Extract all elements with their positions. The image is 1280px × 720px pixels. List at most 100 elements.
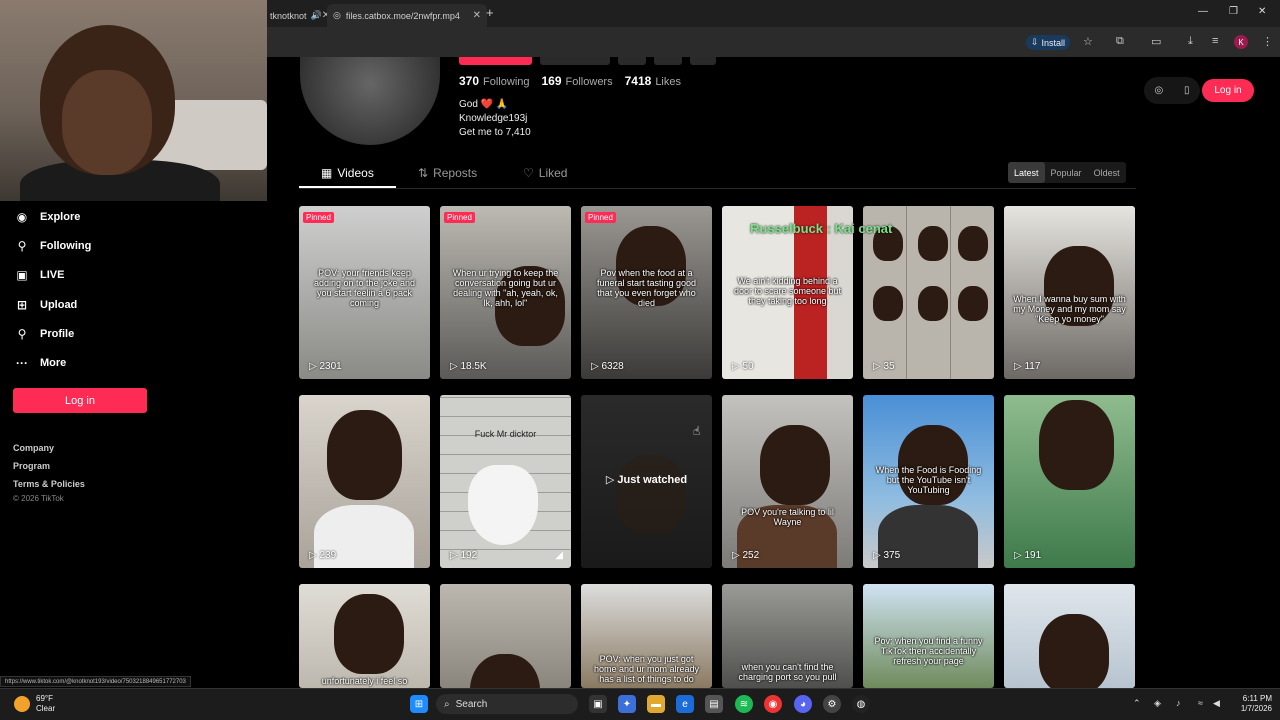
chrome-icon[interactable]: ◉ (764, 695, 782, 713)
video-caption: unfortunately i feel so (321, 676, 408, 686)
pinned-badge: Pinned (444, 212, 475, 223)
taskbar-search[interactable]: ⌕ Search (436, 694, 578, 714)
video-card[interactable]: Pinned Pov when the food at a funeral st… (581, 206, 712, 379)
video-card[interactable]: ▷ 239 (299, 395, 430, 568)
spotify-icon[interactable]: ≋ (735, 695, 753, 713)
sidebar-item-more[interactable]: ··· More (14, 356, 66, 370)
close-icon[interactable]: ✕ (473, 10, 481, 21)
tray-app-icon[interactable]: ◈ (1154, 698, 1161, 709)
play-icon: ▷ (605, 474, 618, 486)
pinned-badge: Pinned (303, 212, 334, 223)
tab-videos[interactable]: ▦ Videos (321, 166, 374, 180)
copilot-icon[interactable]: ✦ (618, 695, 636, 713)
star-icon[interactable]: ☆ (1083, 35, 1093, 48)
sort-latest[interactable]: Latest (1008, 162, 1045, 183)
media-icon[interactable]: ≡ (1212, 35, 1218, 47)
sidebar-item-following[interactable]: ⚲ Following (14, 239, 92, 253)
tab-reposts[interactable]: ⇅ Reposts (418, 166, 477, 180)
phone-icon[interactable]: ▯ (1184, 85, 1190, 96)
profile-avatar (300, 57, 440, 145)
tab-liked[interactable]: ♡ Liked (523, 166, 567, 180)
close-window-icon[interactable]: ✕ (1258, 6, 1266, 17)
windows-start-icon[interactable]: ⊞ (410, 695, 428, 713)
more-dots-icon: ··· (16, 356, 28, 370)
microphone-icon[interactable]: ♪ (1176, 698, 1181, 708)
options-button[interactable] (690, 57, 716, 65)
video-card[interactable] (440, 584, 571, 688)
edge-icon[interactable]: e (676, 695, 694, 713)
extensions-icon[interactable]: ⧉ (1116, 35, 1124, 48)
video-card[interactable]: When I wanna buy sum with my Money and m… (1004, 206, 1135, 379)
menu-icon[interactable]: ⋮ (1262, 35, 1273, 48)
video-card[interactable]: unfortunately i feel so (299, 584, 430, 688)
sidebar-item-profile[interactable]: ⚲ Profile (14, 327, 75, 341)
message-button[interactable] (540, 57, 610, 65)
weather-temp: 69°F (36, 694, 53, 703)
footer-link-program[interactable]: Program (13, 461, 50, 471)
play-icon: ▷ (1014, 361, 1025, 372)
download-icon[interactable]: ⤓ (1188, 35, 1193, 48)
active-tab-underline (299, 186, 396, 188)
new-tab-icon[interactable]: + (486, 5, 494, 20)
more-button[interactable] (654, 57, 682, 65)
video-subject (918, 286, 948, 321)
video-card[interactable]: Pinned When ur trying to keep the conver… (440, 206, 571, 379)
sort-popular[interactable]: Popular (1045, 162, 1088, 183)
video-card[interactable]: Pinned POV: your friends keep adding on … (299, 206, 430, 379)
split-view-icon[interactable]: ▭ (1151, 35, 1161, 48)
minimize-icon[interactable]: — (1198, 6, 1208, 17)
store-icon[interactable]: ▤ (705, 695, 723, 713)
video-card[interactable]: Pov: when you find a funny TikTok then a… (863, 584, 994, 688)
video-subject (334, 594, 404, 674)
volume-icon[interactable]: ◀ (1213, 698, 1220, 709)
browser-profile-avatar[interactable]: K (1234, 35, 1248, 49)
stat-following[interactable]: 370 Following (459, 74, 530, 88)
video-card[interactable] (1004, 584, 1135, 688)
sort-oldest[interactable]: Oldest (1088, 162, 1126, 183)
video-subject (873, 286, 903, 321)
stat-followers[interactable]: 169 Followers (542, 74, 613, 88)
obs-icon[interactable]: ◍ (852, 695, 870, 713)
view-count: ▷ 239 (309, 550, 337, 561)
view-count: ▷ 2301 (309, 361, 342, 372)
video-card[interactable]: Fuck Mr dicktor ▷ 192 ◢ (440, 395, 571, 568)
sidebar-item-explore[interactable]: ◉ Explore (14, 210, 81, 224)
browser-tab-catbox[interactable]: ◎ files.catbox.moe/2nwfpr.mp4 ✕ (327, 4, 487, 27)
weather-widget[interactable]: 69°F Clear (14, 694, 55, 714)
sidebar-item-live[interactable]: ▣ LIVE (14, 268, 64, 282)
wifi-icon[interactable]: ≈ (1198, 698, 1203, 708)
mute-icon[interactable]: ◢ (555, 550, 563, 561)
discord-icon[interactable]: ◕ (794, 695, 812, 713)
restore-icon[interactable]: ❐ (1229, 6, 1238, 17)
tray-chevron-icon[interactable]: ⌃ (1133, 698, 1141, 709)
follow-button[interactable] (459, 57, 532, 65)
taskbar-clock[interactable]: 6:11 PM 1/7/2026 (1226, 694, 1272, 714)
video-card[interactable]: ▷ 191 (1004, 395, 1135, 568)
video-subject (1039, 614, 1109, 688)
compass-icon[interactable]: ◎ (1154, 85, 1163, 96)
browser-tab-tiktok[interactable]: tknotknot 🔊 ✕ (268, 4, 330, 27)
video-caption: Pov: when you find a funny TikTok then a… (874, 636, 983, 666)
status-bar-url: https://www.tiktok.com/@knotknot193/vide… (0, 676, 191, 687)
video-card[interactable]: ▷ Just watched (581, 395, 712, 568)
footer-link-terms[interactable]: Terms & Policies (13, 479, 85, 489)
share-button[interactable] (618, 57, 646, 65)
install-button[interactable]: ⇩ Install (1026, 35, 1071, 50)
task-view-icon[interactable]: ▣ (589, 695, 607, 713)
speaker-icon[interactable]: 🔊 (311, 10, 322, 21)
bio-line: Knowledge193j (459, 113, 528, 124)
video-card[interactable]: When the Food is Fooding but the YouTube… (863, 395, 994, 568)
video-card[interactable]: POV: when you just got home and ur mom a… (581, 584, 712, 688)
settings-icon[interactable]: ⚙ (823, 695, 841, 713)
compass-icon: ◉ (16, 210, 28, 224)
file-explorer-icon[interactable]: ▬ (647, 695, 665, 713)
footer-link-company[interactable]: Company (13, 443, 54, 453)
sidebar-login-button[interactable]: Log in (13, 388, 147, 413)
taskbar (0, 688, 1280, 720)
video-card[interactable]: when you can't find the charging port so… (722, 584, 853, 688)
view-count: ▷ 375 (873, 550, 901, 561)
sidebar-item-upload[interactable]: ⊞ Upload (14, 298, 77, 312)
video-card[interactable]: POV you're talking to lil Wayne ▷ 252 (722, 395, 853, 568)
view-count: ▷ 191 (1014, 550, 1042, 561)
header-login-button[interactable]: Log in (1202, 79, 1254, 102)
